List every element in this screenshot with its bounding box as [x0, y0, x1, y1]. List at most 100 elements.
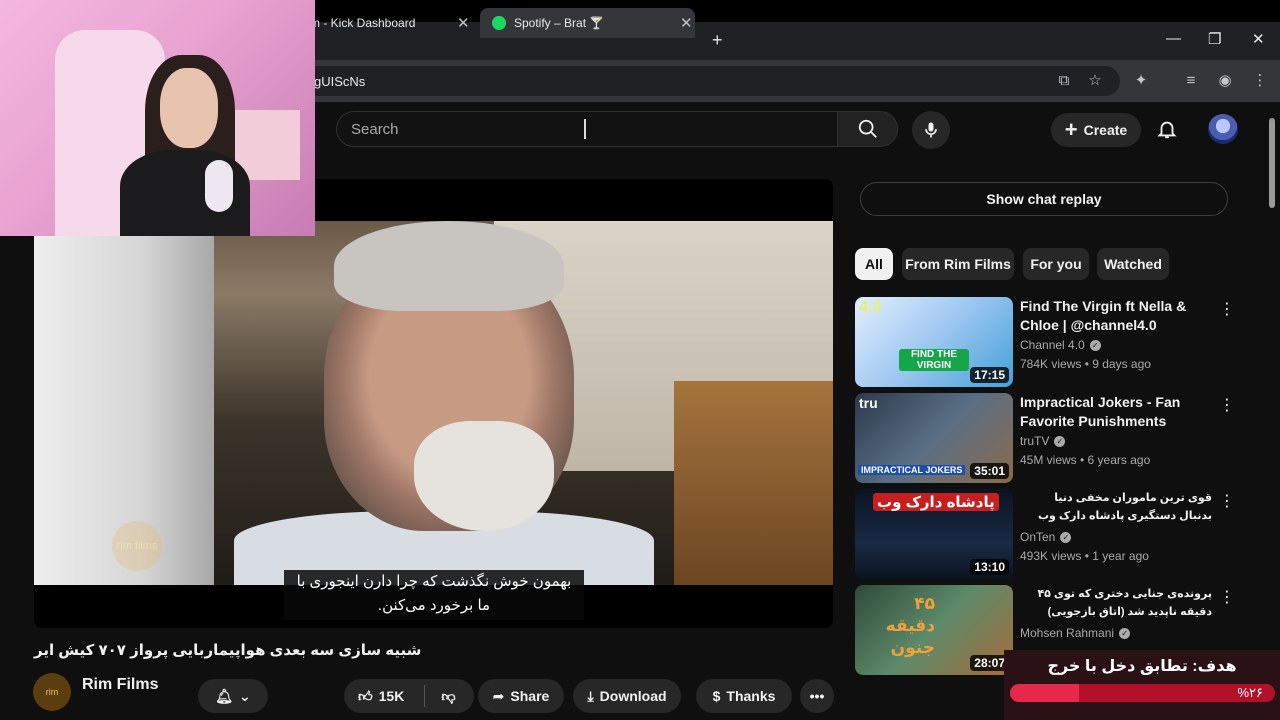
close-icon[interactable]: ✕ — [457, 14, 470, 32]
tab-kick-dashboard[interactable]: m - Kick Dashboard ✕ — [310, 8, 475, 38]
thumbnail-text: ۴۵ دقیقه جنون — [885, 594, 935, 657]
recommendation-title[interactable]: قوی ترین ماموران مخفی دنیا بدنبال دستگیر… — [1020, 489, 1212, 525]
search-icon — [858, 119, 877, 138]
chevron-down-icon: ⌄ — [239, 687, 251, 704]
more-options-icon[interactable]: ⋮ — [1219, 395, 1235, 415]
chip-all[interactable]: All — [855, 248, 893, 280]
goal-percent: %۲۶ — [1237, 685, 1263, 700]
chip-for-you[interactable]: For you — [1023, 248, 1089, 280]
voice-search-button[interactable] — [912, 111, 950, 149]
microphone-icon — [925, 122, 937, 138]
scrollbar-thumb[interactable] — [1269, 118, 1275, 208]
recommendation-channel[interactable]: Channel 4.0 ✓ — [1020, 338, 1101, 352]
search-placeholder: Search — [351, 120, 399, 138]
bell-icon: 🔔︎ — [215, 687, 234, 704]
thanks-button[interactable]: $ Thanks — [696, 679, 792, 713]
recommendation-meta: 784K views • 9 days ago — [1020, 357, 1151, 371]
channel-name[interactable]: Rim Films — [82, 676, 158, 694]
profile-icon[interactable]: ◉ — [1215, 71, 1235, 91]
video-player[interactable]: rim films بهمون خوش نگذشت که چرا دارن ای… — [34, 179, 833, 628]
more-options-icon[interactable]: ⋮ — [1219, 587, 1235, 607]
verified-icon: ✓ — [1060, 531, 1072, 543]
recommendation-item[interactable]: 4.0 FIND THE VIRGIN 17:15 Find The Virgi… — [855, 297, 1235, 389]
recommendation-meta: 45M views • 6 years ago — [1020, 453, 1151, 467]
thanks-icon: $ — [712, 688, 721, 704]
video-thumbnail[interactable]: tru IMPRACTICAL JOKERS 35:01 — [855, 393, 1013, 483]
goal-title: هدف: تطابق دخل با خرج — [1047, 658, 1237, 675]
show-chat-replay-button[interactable]: Show chat replay — [860, 182, 1228, 216]
install-app-icon[interactable]: ⧉ — [1054, 71, 1074, 91]
subscription-bell-button[interactable]: 🔔︎ ⌄ — [198, 679, 268, 713]
like-button[interactable]: 👍︎ 15K 👎︎ — [344, 679, 474, 713]
tab-label: m - Kick Dashboard — [310, 16, 416, 30]
more-options-icon[interactable]: ⋮ — [1219, 491, 1235, 511]
duration-badge: 35:01 — [970, 463, 1009, 479]
download-button[interactable]: ⤓ Download — [573, 679, 681, 713]
recommendation-title[interactable]: پرونده‌ی جنایی دختری که توی ۴۵ دقیقه ناپ… — [1020, 585, 1212, 621]
more-options-icon[interactable]: ⋮ — [1219, 299, 1235, 319]
thumbnail-text: FIND THE VIRGIN — [899, 349, 969, 371]
thumbs-down-icon[interactable]: 👎︎ — [441, 688, 455, 705]
create-button[interactable]: + Create — [1051, 113, 1141, 147]
recommendation-item[interactable]: پادشاه دارک وب 13:10 قوی ترین ماموران مخ… — [855, 489, 1235, 581]
wooden-shelf — [674, 381, 833, 585]
thumbnail-badge: tru — [859, 395, 878, 411]
recommendation-title[interactable]: Find The Virgin ft Nella & Chloe | @chan… — [1020, 297, 1212, 335]
like-count: 15K — [378, 688, 405, 704]
thumbnail-text: پادشاه دارک وب — [873, 493, 999, 511]
thumbnail-badge: 4.0 — [859, 299, 882, 316]
thumbs-up-icon: 👍︎ — [358, 687, 373, 704]
close-window-button[interactable]: ✕ — [1252, 30, 1265, 48]
download-icon: ⤓ — [587, 687, 594, 704]
chip-watched[interactable]: Watched — [1097, 248, 1169, 280]
share-label: Share — [510, 688, 550, 704]
divider — [424, 685, 426, 707]
browser-menu-icon[interactable]: ⋮ — [1250, 71, 1270, 91]
thanks-label: Thanks — [726, 688, 776, 704]
download-label: Download — [599, 688, 667, 704]
bell-icon — [1157, 121, 1177, 139]
video-thumbnail[interactable]: 4.0 FIND THE VIRGIN 17:15 — [855, 297, 1013, 387]
recommendation-channel[interactable]: truTV ✓ — [1020, 434, 1066, 448]
verified-icon: ✓ — [1089, 339, 1101, 351]
streamer-face — [160, 68, 218, 148]
channel-name: Mohsen Rahmani — [1020, 626, 1115, 640]
chip-from-rim-films[interactable]: From Rim Films — [902, 248, 1014, 280]
extensions-icon[interactable]: ✦ — [1131, 71, 1151, 91]
close-icon[interactable]: ✕ — [680, 14, 693, 32]
video-thumbnail[interactable]: ۴۵ دقیقه جنون 28:07 — [855, 585, 1013, 675]
address-text: gUIScNs — [314, 73, 366, 89]
recommendation-title[interactable]: Impractical Jokers - Fan Favorite Punish… — [1020, 393, 1212, 431]
more-icon: ••• — [809, 688, 825, 704]
channel-avatar[interactable]: rim — [33, 673, 71, 711]
account-avatar[interactable] — [1208, 114, 1238, 144]
person-hair — [334, 221, 564, 311]
channel-watermark: rim films — [112, 521, 162, 571]
duration-badge: 13:10 — [970, 559, 1009, 575]
create-label: Create — [1083, 122, 1128, 138]
person-beard — [414, 421, 554, 531]
recommendation-channel[interactable]: OnTen ✓ — [1020, 530, 1072, 544]
plus-icon: + — [1064, 117, 1078, 142]
share-button[interactable]: ➦ Share — [478, 679, 564, 713]
video-thumbnail[interactable]: پادشاه دارک وب 13:10 — [855, 489, 1013, 579]
thumbnail-text: IMPRACTICAL JOKERS — [858, 465, 966, 475]
subtitle-line: بهمون خوش نگذشت که چرا دارن اینجوری با — [296, 573, 572, 590]
recommendation-item[interactable]: tru IMPRACTICAL JOKERS 35:01 Impractical… — [855, 393, 1235, 485]
search-button[interactable] — [838, 111, 898, 147]
notifications-button[interactable] — [1156, 118, 1178, 145]
media-control-icon[interactable]: ≡ — [1181, 71, 1201, 91]
tab-spotify[interactable]: Spotify – Brat 🍸 ✕ — [480, 8, 695, 38]
recommendation-meta: 493K views • 1 year ago — [1020, 549, 1149, 563]
channel-name: Channel 4.0 — [1020, 338, 1085, 352]
more-actions-button[interactable]: ••• — [800, 679, 834, 713]
microphone — [205, 160, 233, 212]
text-cursor — [584, 119, 590, 139]
minimize-button[interactable]: — — [1166, 30, 1181, 47]
restore-button[interactable]: ❐ — [1208, 30, 1221, 48]
address-bar[interactable]: gUIScNs — [300, 66, 1120, 96]
bookmark-star-icon[interactable]: ☆ — [1085, 71, 1105, 91]
recommendation-channel[interactable]: Mohsen Rahmani ✓ — [1020, 626, 1131, 640]
subtitle-caption: بهمون خوش نگذشت که چرا دارن اینجوری با م… — [284, 570, 584, 620]
new-tab-button[interactable]: + — [712, 30, 723, 51]
